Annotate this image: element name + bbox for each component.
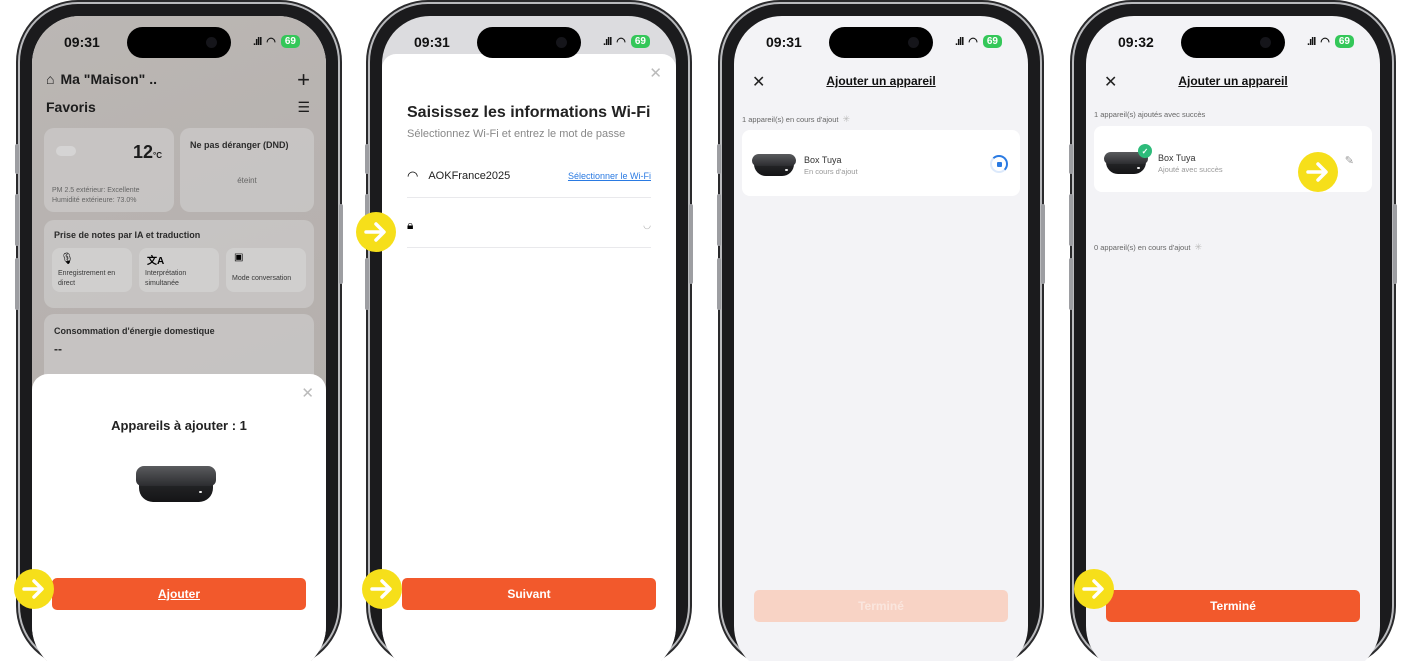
wifi-subtitle: Sélectionnez Wi-Fi et entrez le mot de p… <box>407 128 626 140</box>
status-bar: 09:31 .ıll ◠ 69 <box>382 34 676 54</box>
spinner-icon: ✳ <box>1194 242 1203 252</box>
device-state: Ajouté avec succès <box>1158 165 1223 174</box>
arrow-pointer-icon <box>362 569 402 609</box>
device-state: En cours d'ajout <box>804 167 858 176</box>
lock-icon: 🔒︎ <box>407 218 414 232</box>
device-name: Box Tuya <box>804 155 842 165</box>
done-button[interactable]: Terminé <box>1106 590 1360 622</box>
eye-closed-icon[interactable]: ◡ <box>643 220 651 231</box>
device-name: Box Tuya <box>1158 153 1196 163</box>
arrow-pointer-icon <box>356 212 396 252</box>
device-thumbnail <box>752 154 796 176</box>
done-button-disabled[interactable]: Terminé <box>754 590 1008 622</box>
wifi-icon: ◠ <box>266 36 276 48</box>
pending-status: 0 appareil(s) en cours d'ajout ✳ <box>1094 242 1203 252</box>
wifi-icon: ◠ <box>1320 36 1330 48</box>
page-title: Ajouter un appareil <box>1178 74 1288 88</box>
battery-indicator: 69 <box>630 35 650 48</box>
page-title: Ajouter un appareil <box>826 74 936 88</box>
clock: 09:31 <box>766 34 802 50</box>
check-icon: ✓ <box>1138 144 1152 158</box>
battery-indicator: 69 <box>982 35 1002 48</box>
screen-adding: 09:31 .ıll ◠ 69 ✕ Ajouter un appareil 1 ap… <box>734 16 1028 661</box>
device-card[interactable]: Box Tuya En cours d'ajout <box>742 130 1020 196</box>
phone-1: 09:31 .ıll ◠ 69 ⌂ Ma "Maison" .. + Favoris… <box>15 4 343 661</box>
status-bar: 09:32 .ıll ◠ 69 <box>1086 34 1380 54</box>
adding-status: 1 appareil(s) en cours d'ajout ✳ <box>742 114 851 124</box>
sheet-title: Appareils à ajouter : 1 <box>111 418 247 433</box>
next-button[interactable]: Suivant <box>402 578 656 610</box>
add-devices-sheet: ✕ Appareils à ajouter : 1 Ajouter <box>32 374 326 661</box>
wifi-network-row: ◠ AOKFrance2025 Sélectionner le Wi-Fi <box>407 154 651 198</box>
screen-wifi: 09:31 .ıll ◠ 69 ✕ Saisissez les informatio… <box>382 16 676 661</box>
progress-icon <box>990 155 1008 173</box>
spinner-icon: ✳ <box>842 114 851 124</box>
signal-icon: .ıll <box>603 35 612 48</box>
arrow-pointer-icon <box>14 569 54 609</box>
add-button[interactable]: Ajouter <box>52 578 306 610</box>
device-image <box>136 466 216 502</box>
status-bar: 09:31 .ıll ◠ 69 <box>734 34 1028 54</box>
wifi-title: Saisissez les informations Wi-Fi <box>407 104 651 121</box>
clock: 09:32 <box>1118 34 1154 50</box>
screen-home: 09:31 .ıll ◠ 69 ⌂ Ma "Maison" .. + Favoris… <box>32 16 326 661</box>
edit-icon[interactable]: ✎ <box>1345 154 1354 167</box>
wifi-sheet: ✕ Saisissez les informations Wi-Fi Sélec… <box>382 54 676 661</box>
password-row[interactable]: 🔒︎ ◡ <box>407 204 651 248</box>
status-bar: 09:31 .ıll ◠ 69 <box>32 34 326 54</box>
battery-indicator: 69 <box>1334 35 1354 48</box>
wifi-icon: ◠ <box>968 36 978 48</box>
wifi-icon: ◠ <box>407 167 419 183</box>
wifi-icon: ◠ <box>616 36 626 48</box>
wifi-name: AOKFrance2025 <box>428 169 511 182</box>
page-header: ✕ Ajouter un appareil <box>1086 74 1380 96</box>
clock: 09:31 <box>64 34 100 50</box>
signal-icon: .ıll <box>955 35 964 48</box>
phone-3: 09:31 .ıll ◠ 69 ✕ Ajouter un appareil 1 ap… <box>717 4 1045 661</box>
signal-icon: .ıll <box>1307 35 1316 48</box>
battery-indicator: 69 <box>280 35 300 48</box>
page-header: ✕ Ajouter un appareil <box>734 74 1028 96</box>
success-status: 1 appareil(s) ajoutés avec succès <box>1094 110 1206 119</box>
phone-4: 09:32 .ıll ◠ 69 ✕ Ajouter un appareil 1 ap… <box>1069 4 1397 661</box>
arrow-pointer-icon <box>1298 152 1338 192</box>
arrow-pointer-icon <box>1074 569 1114 609</box>
select-wifi-link[interactable]: Sélectionner le Wi-Fi <box>568 171 651 181</box>
signal-icon: .ıll <box>253 35 262 48</box>
phone-2: 09:31 .ıll ◠ 69 ✕ Saisissez les informatio… <box>365 4 693 661</box>
clock: 09:31 <box>414 34 450 50</box>
close-icon[interactable]: ✕ <box>649 64 662 82</box>
close-icon[interactable]: ✕ <box>301 384 314 402</box>
tutorial-canvas: 09:31 .ıll ◠ 69 ⌂ Ma "Maison" .. + Favoris… <box>0 0 1404 661</box>
screen-success: 09:32 .ıll ◠ 69 ✕ Ajouter un appareil 1 ap… <box>1086 16 1380 661</box>
